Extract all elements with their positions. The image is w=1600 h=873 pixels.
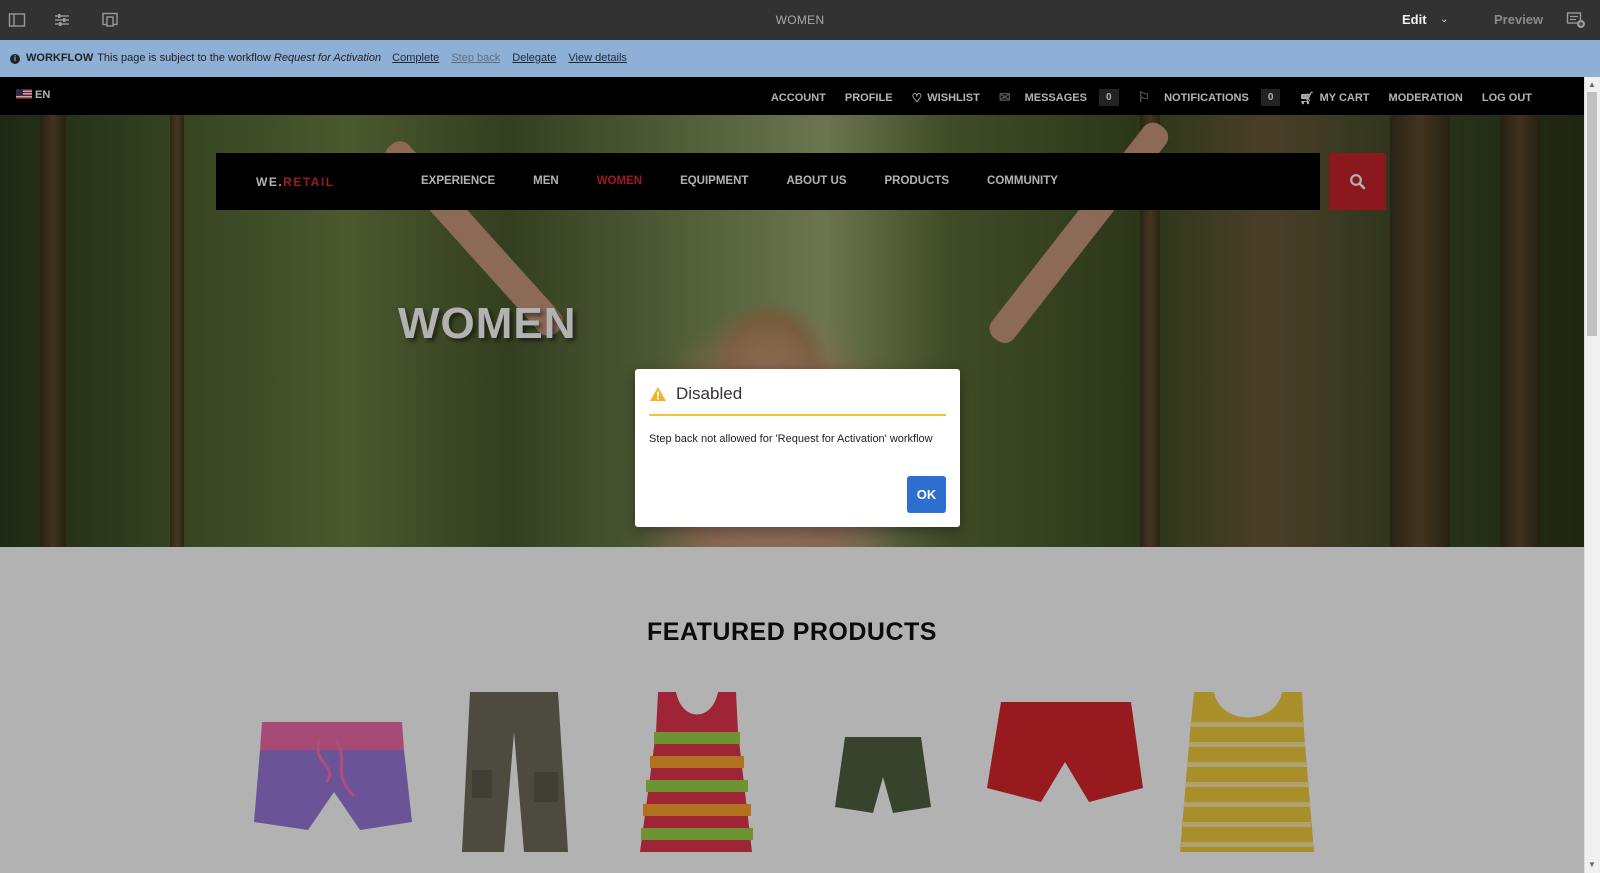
dialog-title: Disabled: [676, 384, 743, 403]
editor-toolbar: WOMEN Edit ⌄ Preview: [0, 0, 1600, 40]
workflow-label: WORKFLOW: [26, 52, 94, 64]
preview-button[interactable]: Preview: [1494, 12, 1543, 27]
workflow-banner: i WORKFLOW This page is subject to the wor…: [0, 40, 1600, 77]
workflow-name: Request for Activation: [273, 52, 382, 64]
workflow-message: This page is subject to the workflow: [97, 52, 271, 64]
delegate-link[interactable]: Delegate: [512, 52, 556, 64]
complete-link[interactable]: Complete: [392, 52, 439, 64]
warning-icon: [650, 387, 666, 401]
ok-button[interactable]: OK: [907, 476, 946, 513]
mode-selector[interactable]: Edit: [1402, 12, 1427, 27]
step-back-link[interactable]: Step back: [451, 52, 500, 64]
view-details-link[interactable]: View details: [568, 52, 627, 64]
chevron-down-icon[interactable]: ⌄: [1440, 14, 1448, 25]
dialog-message: Step back not allowed for 'Request for A…: [649, 433, 933, 445]
page-title: WOMEN: [775, 13, 825, 27]
scrollbar-thumb[interactable]: [1587, 92, 1597, 336]
dialog-header: Disabled: [649, 384, 946, 416]
scroll-down-icon[interactable]: ▼: [1588, 860, 1596, 869]
annotations-icon[interactable]: [1566, 11, 1586, 29]
info-icon: i: [10, 54, 20, 64]
scroll-up-icon[interactable]: ▲: [1588, 80, 1596, 89]
disabled-dialog: Disabled Step back not allowed for 'Requ…: [635, 369, 960, 527]
